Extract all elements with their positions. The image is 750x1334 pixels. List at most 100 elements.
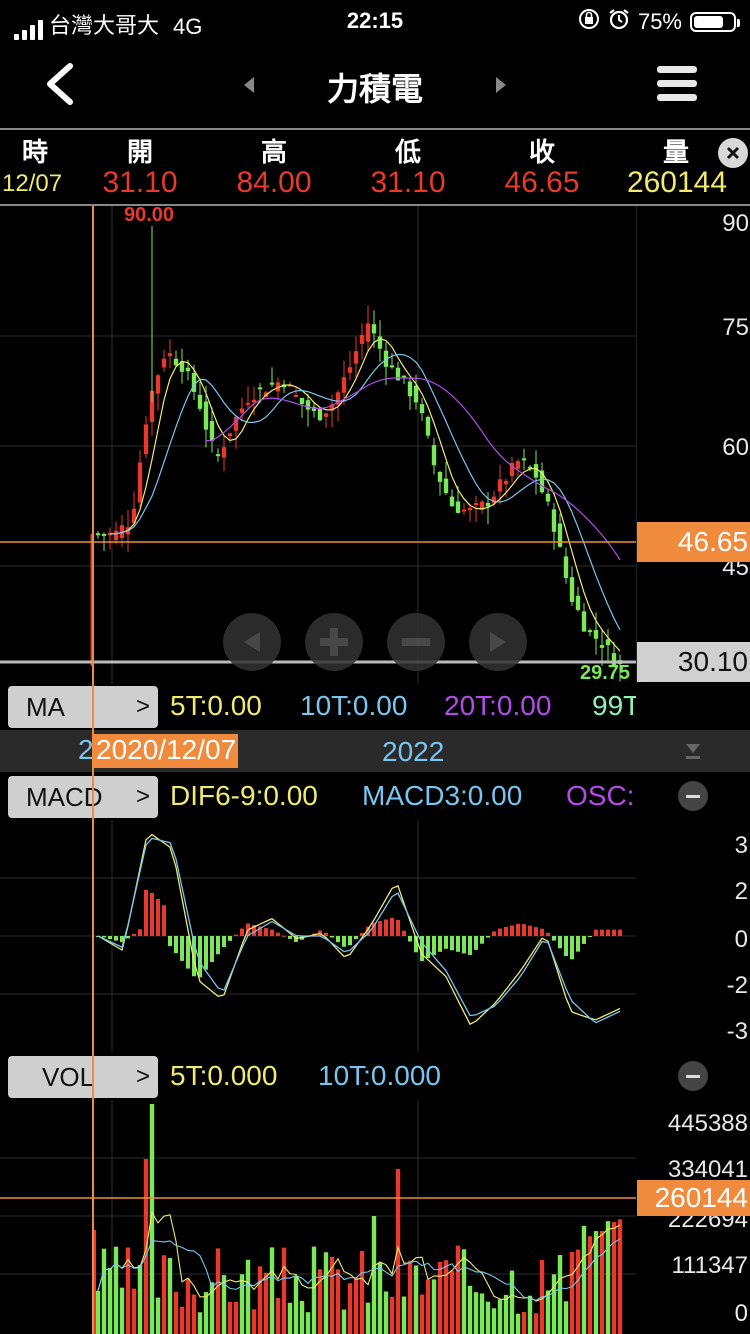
osc-bar [276, 932, 280, 936]
osc-bar [378, 921, 382, 936]
osc-bar [492, 931, 496, 936]
osc-bar [336, 936, 340, 943]
osc-bar [108, 936, 112, 940]
osc-bar [216, 936, 220, 955]
candle-body [113, 530, 119, 541]
ma10-label: 10T:0.00 [300, 690, 408, 721]
zoom-out-button[interactable] [387, 613, 445, 671]
volume-bar [419, 1294, 425, 1334]
osc-bar [426, 936, 430, 958]
vol-tick-0: 445388 [667, 1110, 748, 1137]
quote-low: 31.10 [370, 166, 446, 199]
volume-bar [527, 1295, 533, 1334]
osc-bar [564, 936, 568, 957]
osc-bar [510, 925, 514, 936]
volume-bar [233, 1301, 239, 1334]
crosshair-price-label: 30.10 [637, 642, 750, 682]
macd-tick-neg3: -3 [726, 1018, 748, 1045]
volume-bar [461, 1249, 467, 1334]
candle-body [341, 377, 347, 393]
volume-bar [413, 1265, 419, 1334]
next-stock-button[interactable] [494, 76, 508, 99]
volume-bar [161, 1255, 167, 1334]
volume-bar [467, 1285, 473, 1334]
candle-body [323, 413, 329, 417]
candle-body [521, 458, 527, 461]
volume-bar [119, 1287, 125, 1334]
scroll-left-button[interactable] [223, 613, 281, 671]
macd-bar: MACD > DIF6-9:0.00 MACD3:0.00 OSC: [0, 772, 750, 820]
osc-bar [534, 927, 538, 936]
collapse-vol-button[interactable] [678, 1061, 708, 1091]
quote-high: 84.00 [236, 166, 312, 199]
dif-label: DIF6-9:0.00 [170, 780, 318, 811]
candle-body [515, 461, 521, 469]
osc-bar [576, 936, 580, 952]
osc-bar [618, 929, 622, 936]
macd-tick-2: 2 [734, 878, 748, 905]
volume-bar [599, 1230, 605, 1334]
volume-bar [473, 1292, 479, 1334]
low-marker: 29.75 [580, 662, 631, 684]
osc-bar [132, 933, 136, 936]
candle-body [245, 402, 251, 405]
osc-bar [168, 936, 172, 947]
volume-bar [359, 1250, 365, 1334]
volume-bar [323, 1252, 329, 1334]
candle-body [389, 365, 395, 368]
volume-bar [377, 1262, 383, 1334]
volume-bar [533, 1313, 539, 1334]
candle-body [251, 399, 257, 403]
status-right: 75% [578, 8, 740, 36]
osc-bar [228, 936, 232, 941]
vol-selector-button[interactable]: VOL > [8, 1056, 158, 1098]
osc-bar [138, 929, 142, 936]
zoom-in-button[interactable] [305, 613, 363, 671]
menu-button[interactable] [656, 62, 698, 111]
candle-body [299, 397, 305, 405]
volume-bar [371, 1216, 377, 1334]
osc-bar [462, 936, 466, 954]
osc-bar [456, 936, 460, 952]
candle-body [191, 373, 197, 392]
volume-bar [497, 1299, 503, 1334]
candle-body [467, 507, 473, 511]
osc-bar [330, 936, 334, 938]
macd-selector-button[interactable]: MACD > [8, 776, 158, 818]
volume-bar [257, 1266, 263, 1334]
volume-bar [269, 1247, 275, 1334]
vol-tick-4: 0 [734, 1300, 748, 1327]
volume-bar [341, 1309, 347, 1334]
osc-bar [582, 936, 586, 944]
candle-body [497, 479, 503, 492]
scroll-right-button[interactable] [469, 613, 527, 671]
volume-bar [203, 1292, 209, 1334]
osc-bar [342, 936, 346, 947]
header-high: 高 [260, 137, 287, 167]
candle-body [203, 401, 209, 430]
ma-bar: MA > 5T:0.00 10T:0.00 20T:0.00 99T [0, 684, 750, 730]
volume-bar [575, 1249, 581, 1334]
candle-body [581, 611, 587, 632]
volume-bar [227, 1301, 233, 1334]
volume-bar [557, 1254, 563, 1334]
close-quote-button[interactable] [718, 138, 748, 168]
osc-bar [264, 928, 268, 936]
volume-bar [485, 1301, 491, 1334]
expand-toggle[interactable] [684, 742, 702, 767]
collapse-macd-button[interactable] [678, 781, 708, 811]
osc-bar [240, 928, 244, 936]
candle-body [443, 478, 449, 494]
ma-selector-button[interactable]: MA > [8, 686, 158, 728]
candle-body [563, 556, 569, 579]
osc-bar [270, 929, 274, 936]
osc-bar [234, 934, 238, 936]
minus-icon [402, 638, 430, 646]
volume-bar [389, 1296, 395, 1334]
osc-bar [606, 929, 610, 936]
candle-body [545, 493, 551, 502]
volume-bar [293, 1275, 299, 1334]
candlestick-chart[interactable] [0, 206, 636, 684]
nav-bar: 力積電 [0, 42, 750, 128]
osc-bar [600, 929, 604, 936]
